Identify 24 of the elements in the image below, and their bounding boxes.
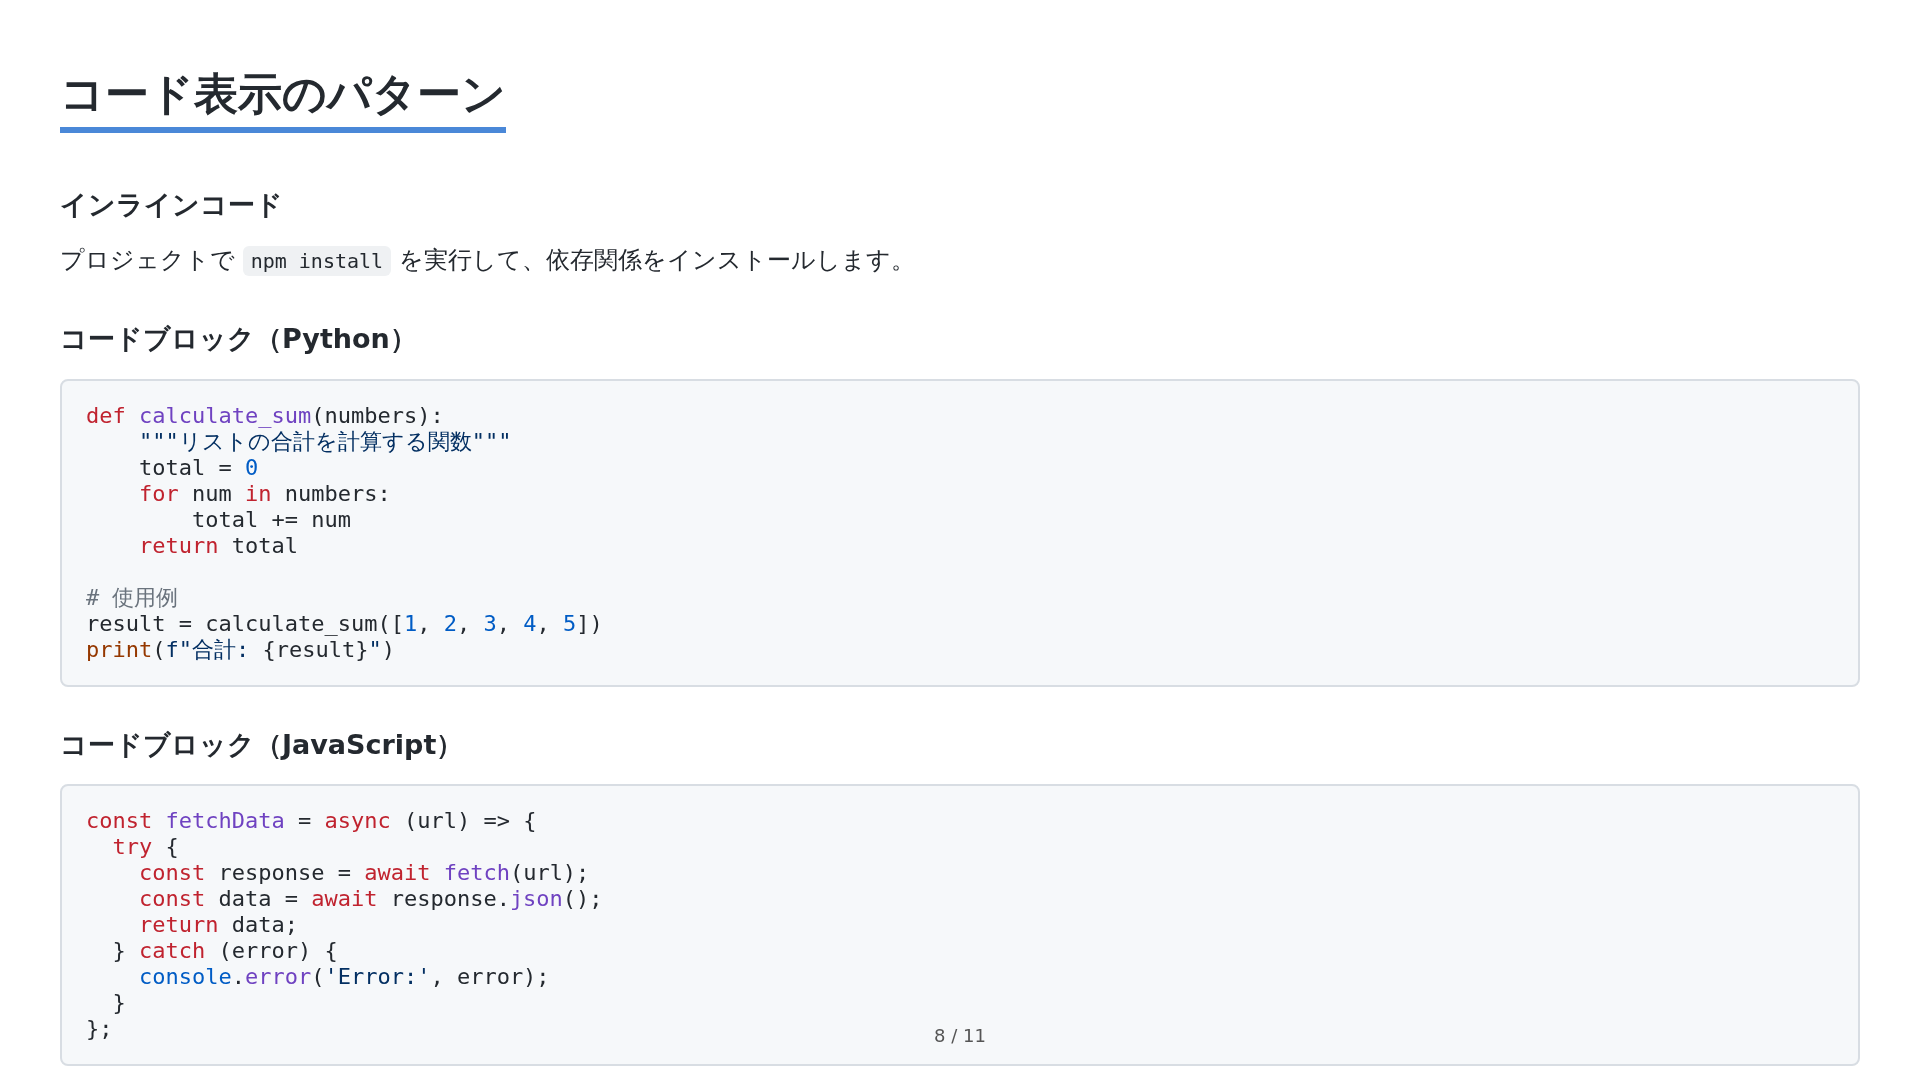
page-number: 8 / 11	[934, 1025, 986, 1046]
paragraph: プロジェクトで npm install を実行して、依存関係をインストールします。	[60, 244, 915, 278]
code-line: } catch (error) {	[111, 937, 338, 964]
code-line: total = 0	[137, 454, 259, 481]
code-line: }	[111, 989, 126, 1016]
code-line: const fetchData = async (url) => {	[86, 807, 537, 834]
section-heading: コードブロック（JavaScript）	[60, 727, 464, 762]
slide-title: コード表示のパターン	[60, 68, 506, 133]
code-line: result = calculate_sum([1, 2, 3, 4, 5])	[86, 610, 603, 637]
code-line: """リストの合計を計算する関数"""	[137, 428, 512, 455]
code-line: return data;	[137, 911, 298, 938]
code-line: for num in numbers:	[137, 480, 391, 507]
code-line: return total	[137, 532, 298, 559]
code-line: console.error('Error:', error);	[137, 963, 550, 990]
section-heading: インラインコード	[60, 187, 283, 222]
code-line: # 使用例	[86, 584, 179, 611]
code-line: try {	[111, 833, 179, 860]
code-line: def calculate_sum(numbers):	[86, 402, 444, 429]
code-line: print(f"合計: {result}")	[86, 636, 395, 663]
section-heading: コードブロック（Python）	[60, 322, 417, 357]
code-line: };	[86, 1015, 113, 1042]
code-line: total += num	[190, 506, 351, 533]
code-line: const data = await response.json();	[137, 885, 603, 912]
code-line: const response = await fetch(url);	[137, 859, 590, 886]
